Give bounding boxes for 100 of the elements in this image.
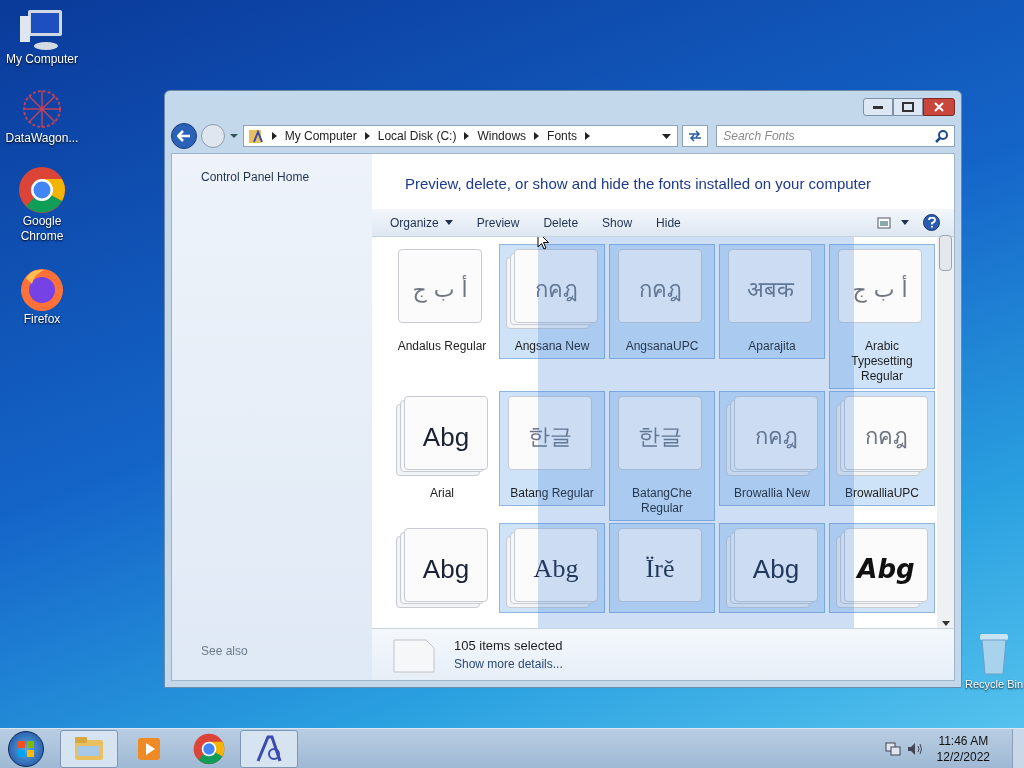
fonts-folder-icon [247, 128, 264, 144]
font-name: Andalus Regular [396, 339, 488, 354]
chrome-icon [18, 166, 66, 214]
dropdown-arrow-icon[interactable] [662, 133, 672, 139]
breadcrumb-item[interactable]: Windows [477, 127, 527, 145]
refresh-button[interactable] [682, 125, 709, 147]
font-preview: 한글 [528, 423, 572, 448]
clock-date: 12/2/2022 [936, 748, 990, 765]
breadcrumb-item[interactable]: Fonts [547, 127, 578, 145]
font-item[interactable]: Abg [719, 523, 825, 613]
page-heading: Preview, delete, or show and hide the fonts installed on your computer [405, 174, 872, 195]
toolbar-button[interactable]: Preview [468, 210, 528, 235]
font-preview: 한글 [638, 423, 682, 448]
search-icon [935, 129, 948, 143]
chevron-right-icon[interactable] [271, 132, 277, 140]
font-item[interactable]: กคฎ Angsana New [499, 244, 605, 359]
scrollbar-thumb[interactable] [939, 234, 952, 271]
restore-icon [902, 102, 914, 112]
desktop-shortcut[interactable]: Google Chrome [0, 166, 84, 244]
help-button[interactable] [923, 214, 940, 231]
maximize-button[interactable] [893, 98, 923, 116]
desktop-shortcut[interactable]: DataWagon... [0, 87, 84, 146]
shortcut-label: Google Chrome [19, 214, 65, 244]
selection-count: 105 items selected [454, 636, 563, 655]
windows-logo-icon [17, 739, 35, 758]
font-name: Aparajita [747, 339, 797, 354]
chevron-right-icon[interactable] [585, 132, 591, 140]
chevron-right-icon[interactable] [534, 132, 540, 140]
toolbar-button[interactable]: Show [594, 210, 641, 235]
back-button[interactable] [171, 123, 197, 149]
shortcut-label: DataWagon... [4, 131, 80, 146]
minimize-icon [873, 105, 883, 109]
font-preview: Abg [422, 553, 470, 582]
toolbar-button[interactable]: Hide [648, 210, 689, 235]
search-field[interactable]: Search Fonts [716, 125, 955, 147]
font-preview: Abg [857, 553, 915, 582]
font-item[interactable]: Ïrě [609, 523, 715, 613]
close-icon [934, 102, 944, 112]
minimize-button[interactable] [863, 98, 893, 116]
font-preview: กคฎ [864, 423, 908, 448]
font-preview: Ïrě [645, 553, 675, 582]
font-letter-icon [254, 733, 284, 764]
close-button[interactable] [923, 98, 955, 116]
font-item[interactable]: Abg [499, 523, 605, 613]
toolbar-button[interactable]: Delete [535, 210, 587, 235]
font-preview: กคฎ [754, 423, 798, 448]
start-button[interactable] [8, 730, 44, 767]
font-item[interactable]: 한글 BatangChe Regular [609, 391, 715, 521]
shortcut-label: My Computer [5, 52, 79, 67]
view-icon [877, 216, 891, 229]
network-graph-icon [20, 87, 64, 131]
shortcut-label: Recycle Bin [964, 677, 1024, 692]
see-also-heading: See also [201, 643, 249, 660]
font-name: BatangChe Regular [630, 486, 693, 516]
vertical-scrollbar[interactable] [937, 237, 954, 628]
show-details-link[interactable]: Show more details... [454, 655, 563, 674]
clock[interactable]: 11:46 AM 12/2/2022 [936, 732, 990, 765]
trash-bin-icon [977, 632, 1011, 676]
chevron-right-icon[interactable] [464, 132, 470, 140]
font-item[interactable]: กคฎ AngsanaUPC [609, 244, 715, 359]
font-preview: Abg [533, 553, 579, 582]
font-preview: กคฎ [534, 276, 578, 301]
back-arrow-icon [176, 130, 191, 142]
search-input[interactable]: Search Fonts [723, 127, 935, 145]
chevron-right-icon[interactable] [364, 132, 370, 140]
font-item[interactable]: 한글 Batang Regular [499, 391, 605, 506]
font-name: AngsanaUPC [624, 339, 700, 354]
dropdown-arrow-icon [444, 220, 453, 225]
taskbar-app[interactable] [240, 729, 298, 768]
font-preview: Abg [752, 553, 800, 582]
folder-icon [74, 735, 104, 762]
font-item[interactable]: अबक Aparajita [719, 244, 825, 359]
font-name: Batang Regular [509, 486, 595, 501]
network-icon[interactable] [884, 740, 901, 757]
breadcrumb-item[interactable]: My Computer [284, 127, 357, 145]
desktop-shortcut[interactable]: Firefox [0, 264, 84, 327]
font-item[interactable]: กคฎ Browallia New [719, 391, 825, 506]
refresh-arrows-icon [688, 130, 703, 142]
play-icon [136, 735, 162, 762]
address-bar[interactable]: My Computer Local Disk (C:) Windows Fonts [242, 125, 679, 147]
shortcut-label: Firefox [22, 312, 62, 327]
scroll-down-icon[interactable] [941, 621, 950, 626]
font-preview: Abg [422, 421, 470, 450]
dropdown-arrow-icon [901, 220, 909, 225]
help-question-icon [927, 217, 936, 228]
breadcrumb-item[interactable]: Local Disk (C:) [377, 127, 457, 145]
font-preview: أ ب ج [412, 274, 468, 301]
font-item[interactable]: กคฎ BrowalliaUPC [829, 391, 935, 506]
desktop-shortcut[interactable]: My Computer [0, 8, 84, 67]
sidebar-link[interactable]: Control Panel Home [201, 168, 343, 186]
clock-time: 11:46 AM [938, 732, 989, 749]
font-name: Arabic Typesetting Regular [850, 339, 914, 384]
font-preview: กคฎ [638, 276, 682, 301]
toolbar-button[interactable]: Organize [382, 210, 461, 235]
mouse-cursor-icon [537, 237, 550, 251]
chrome-icon [193, 732, 225, 765]
font-preview: أ ب ج [852, 274, 908, 301]
font-item[interactable]: Abg [829, 523, 935, 613]
font-name: BrowalliaUPC [844, 486, 920, 501]
font-preview: अबक [746, 276, 794, 301]
